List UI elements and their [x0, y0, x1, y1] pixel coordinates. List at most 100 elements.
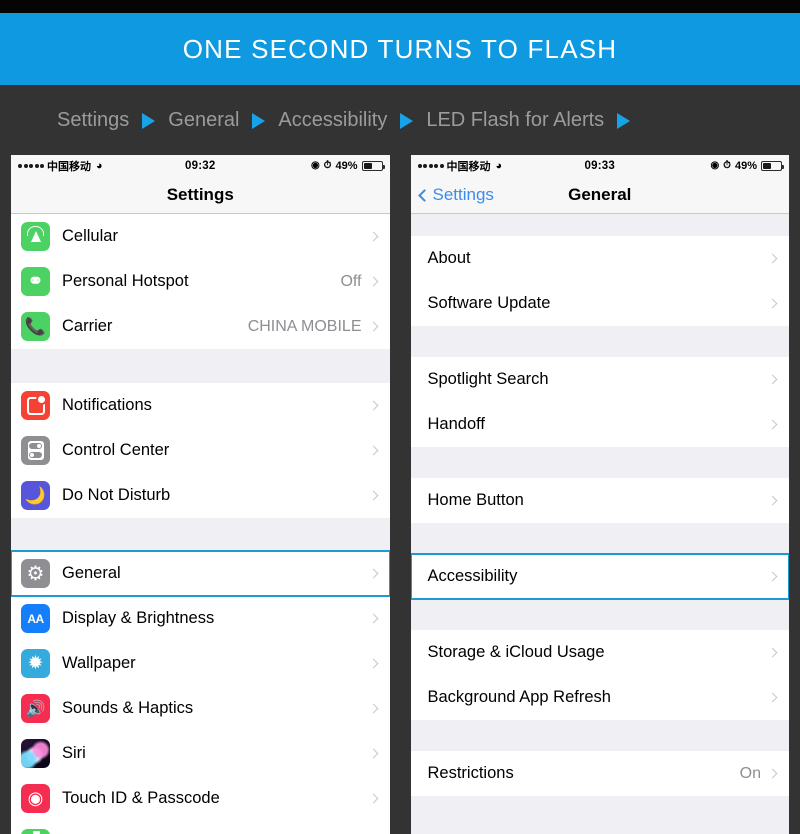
section-gap — [410, 447, 789, 478]
cellular-icon — [21, 222, 50, 251]
row-label: Wallpaper — [62, 654, 136, 672]
top-black-strip — [0, 0, 800, 13]
wifi-icon: ◕ — [495, 160, 503, 172]
row-software-update[interactable]: Software Update — [410, 281, 789, 326]
alarm-clock-icon: ⏱ — [723, 160, 731, 171]
row-siri[interactable]: Siri — [11, 731, 390, 776]
row-accessibility[interactable]: Accessibility — [410, 553, 789, 600]
row-label: Home Button — [427, 491, 524, 509]
page-title: Settings — [166, 185, 234, 204]
right-status-bar: 中国移动 ◕ 09:33 ◉ ⏱ 49% — [410, 155, 789, 177]
row-background-app-refresh[interactable]: Background App Refresh — [410, 675, 789, 720]
row-battery[interactable]: Battery — [11, 821, 390, 834]
row-label: Software Update — [427, 294, 551, 312]
row-label: Control Center — [62, 441, 170, 459]
back-button[interactable]: Settings — [411, 185, 494, 205]
settings-group: Notifications Control Center 🌙 Do Not Di… — [11, 383, 390, 518]
row-restrictions[interactable]: Restrictions On — [410, 751, 789, 796]
settings-group: Accessibility — [410, 553, 789, 600]
breadcrumb-item-general[interactable]: General — [168, 109, 239, 132]
chevron-right-icon — [368, 748, 378, 759]
chevron-right-icon — [767, 692, 778, 703]
triangle-right-icon — [400, 113, 414, 129]
chevron-right-icon — [767, 374, 778, 385]
row-value: Off — [340, 272, 362, 290]
row-carrier[interactable]: 📞 Carrier CHINA MOBILE — [11, 304, 390, 349]
display-brightness-icon: AA — [21, 604, 50, 633]
location-arrow-icon: ◉ — [310, 160, 320, 171]
chevron-right-icon — [368, 490, 378, 501]
row-do-not-disturb[interactable]: 🌙 Do Not Disturb — [11, 473, 390, 518]
row-control-center[interactable]: Control Center — [11, 428, 390, 473]
chevron-right-icon — [767, 768, 778, 779]
battery-icon — [21, 829, 50, 834]
right-phone-screen: 中国移动 ◕ 09:33 ◉ ⏱ 49% Settings General Ab… — [410, 155, 789, 834]
chevron-right-icon — [368, 400, 378, 411]
settings-group: Restrictions On — [410, 751, 789, 796]
signal-dots-icon — [417, 164, 444, 168]
siri-icon — [21, 739, 50, 768]
row-label: General — [62, 564, 121, 582]
row-label: Restrictions — [427, 764, 514, 782]
row-display-and-brightness[interactable]: AA Display & Brightness — [11, 596, 390, 641]
row-label: Display & Brightness — [62, 609, 215, 627]
row-label: Storage & iCloud Usage — [427, 643, 605, 661]
row-cellular[interactable]: Cellular — [11, 214, 390, 259]
section-gap — [410, 326, 789, 357]
moon-icon: 🌙 — [21, 481, 50, 510]
promo-banner: ONE SECOND TURNS TO FLASH — [0, 13, 800, 85]
row-handoff[interactable]: Handoff — [410, 402, 789, 447]
breadcrumb-item-led-flash-for-alerts[interactable]: LED Flash for Alerts — [426, 109, 604, 132]
row-value: On — [739, 764, 761, 782]
section-gap — [410, 523, 789, 554]
carrier-name: 中国移动 — [47, 161, 91, 173]
chevron-right-icon — [368, 613, 378, 624]
row-value: CHINA MOBILE — [247, 317, 362, 335]
row-home-button[interactable]: Home Button — [410, 478, 789, 523]
breadcrumb: Settings General Accessibility LED Flash… — [0, 85, 800, 155]
left-settings-list[interactable]: Cellular ⚭ Personal Hotspot Off 📞 Carrie… — [11, 214, 390, 834]
chevron-right-icon — [368, 445, 378, 456]
chevron-right-icon — [368, 231, 378, 242]
row-wallpaper[interactable]: ✹ Wallpaper — [11, 641, 390, 686]
right-nav-bar: Settings General — [410, 177, 789, 214]
row-label: Spotlight Search — [427, 370, 549, 388]
section-gap — [410, 720, 789, 751]
row-personal-hotspot[interactable]: ⚭ Personal Hotspot Off — [11, 259, 390, 304]
row-label: Handoff — [427, 415, 486, 433]
settings-group: Home Button — [410, 478, 789, 523]
chevron-right-icon — [767, 495, 778, 506]
settings-group: Spotlight Search Handoff — [410, 357, 789, 447]
chevron-right-icon — [368, 703, 378, 714]
status-time: 09:33 — [584, 160, 615, 172]
chevron-right-icon — [767, 253, 778, 264]
row-label: Accessibility — [427, 567, 518, 585]
row-touch-id-and-passcode[interactable]: ◉ Touch ID & Passcode — [11, 776, 390, 821]
phone-icon: 📞 — [21, 312, 50, 341]
wifi-icon: ◕ — [96, 160, 103, 172]
row-spotlight-search[interactable]: Spotlight Search — [410, 357, 789, 402]
row-label: Background App Refresh — [427, 688, 611, 706]
back-button-label: Settings — [432, 185, 494, 204]
gear-icon: ⚙ — [21, 559, 50, 588]
speaker-icon: 🔊 — [21, 694, 50, 723]
row-notifications[interactable]: Notifications — [11, 383, 390, 428]
banner-headline: ONE SECOND TURNS TO FLASH — [182, 33, 618, 64]
row-storage-and-icloud-usage[interactable]: Storage & iCloud Usage — [410, 630, 789, 675]
breadcrumb-item-settings[interactable]: Settings — [57, 109, 129, 132]
phone-screenshots-row: 中国移动 ◕ 09:32 ◉ ⏱ 49% Settings Cellular ⚭… — [0, 155, 800, 834]
section-gap — [410, 796, 789, 818]
breadcrumb-item-accessibility[interactable]: Accessibility — [278, 109, 387, 132]
row-sounds-and-haptics[interactable]: 🔊 Sounds & Haptics — [11, 686, 390, 731]
row-label: Touch ID & Passcode — [62, 789, 220, 807]
chevron-right-icon — [767, 298, 778, 309]
row-label: Do Not Disturb — [62, 486, 171, 504]
row-label: Personal Hotspot — [62, 272, 189, 290]
settings-group: ⚙ General AA Display & Brightness ✹ Wall… — [11, 550, 390, 834]
battery-percent: 49% — [734, 160, 758, 172]
right-settings-list[interactable]: About Software Update Spotlight Search H… — [410, 214, 789, 834]
chevron-right-icon — [368, 793, 378, 804]
row-general[interactable]: ⚙ General — [11, 550, 390, 597]
left-status-bar: 中国移动 ◕ 09:32 ◉ ⏱ 49% — [11, 155, 390, 177]
row-about[interactable]: About — [410, 236, 789, 281]
